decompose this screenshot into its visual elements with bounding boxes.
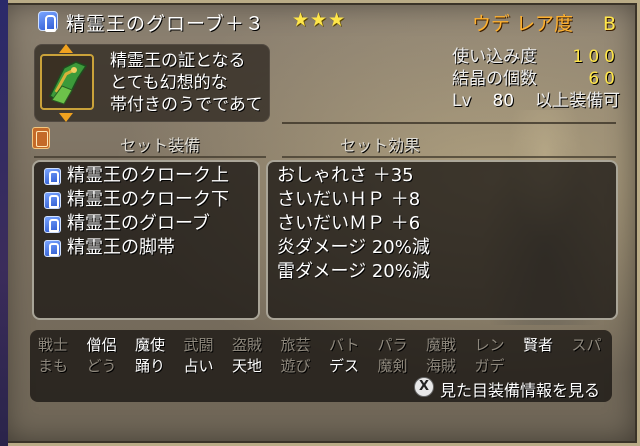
crystal-label: 結晶の個数 (452, 69, 537, 89)
durability-row: 使い込み度 100 (452, 46, 620, 68)
item-name: 精霊王のグローブ＋３ (66, 13, 265, 35)
crystal-value: 60 (588, 69, 620, 89)
glove-icon (44, 215, 61, 233)
level-value: 80 (492, 91, 515, 111)
set-item-label: 精霊王のグローブ (67, 213, 210, 234)
list-item: 精霊王のクローク下 (44, 188, 229, 212)
job-label: 踊り (135, 357, 166, 375)
job-label: レン (474, 336, 505, 354)
effect-item: 炎ダメージ 20%減 (277, 237, 430, 258)
equippable-jobs-grid: 戦士 僧侶 魔使 武闘 盗賊 旅芸 バト パラ 魔戦 レン 賢者 スパまも どう 踊り 占い 天地 遊び デス 魔剣… (38, 334, 620, 376)
item-image (40, 54, 94, 110)
set-item-label: 精霊王の脚帯 (67, 237, 175, 258)
job-label: 旅芸 (280, 336, 311, 354)
job-label: 遊び (280, 357, 311, 375)
job-label: 戦士 (38, 336, 69, 354)
rarity-stars: ★★★ (292, 9, 347, 31)
level-prefix: Lv (452, 91, 472, 111)
armor-top-icon (44, 167, 61, 185)
set-item-label: 精霊王のクローク上 (67, 165, 229, 186)
list-item: 精霊王のグローブ (44, 212, 229, 236)
item-stats: 使い込み度 100 結晶の個数 60 Lv 80 以上装備可 (452, 46, 620, 112)
rarity-info: ウデ レア度 B (472, 9, 616, 36)
durability-label: 使い込み度 (452, 47, 537, 67)
job-label: 占い (183, 357, 214, 375)
view-appearance-hint[interactable]: 見た目装備情報を見る (440, 377, 600, 401)
arrow-up-icon[interactable] (59, 44, 73, 53)
glove-icon (38, 11, 58, 32)
set-equipment-heading: セット装備 (120, 136, 201, 155)
set-effects-list: おしゃれさ ＋35 さいだいＨＰ ＋8 さいだいＭＰ ＋6 炎ダメージ 20%減… (277, 164, 430, 284)
job-label: バト (329, 336, 360, 354)
arrow-down-icon[interactable] (59, 113, 73, 122)
description-line: 精霊王の証となる (110, 51, 246, 71)
job-label: 海賊 (426, 357, 457, 375)
crystal-row: 結晶の個数 60 (452, 68, 620, 90)
job-label: 賢者 (523, 336, 554, 354)
effect-item: さいだいＭＰ ＋6 (277, 213, 421, 234)
job-label: デス (329, 357, 360, 375)
boots-icon (44, 239, 61, 257)
job-label: 盗賊 (232, 336, 263, 354)
rarity-grade: B (603, 13, 617, 35)
glove-illustration-icon (49, 61, 88, 105)
set-effects-heading: セット効果 (340, 136, 421, 155)
job-label: まも (38, 357, 69, 375)
job-label: どう (86, 357, 117, 375)
effect-item: 雷ダメージ 20%減 (277, 261, 430, 282)
rarity-label: ウデ レア度 (472, 13, 574, 35)
job-label: パラ (377, 336, 408, 354)
set-item-label: 精霊王のクローク下 (67, 189, 229, 210)
job-label: 魔使 (135, 336, 166, 354)
book-icon (32, 127, 50, 149)
x-button-icon[interactable]: X (414, 377, 434, 397)
job-label: ガデ (474, 357, 505, 375)
armor-bottom-icon (44, 191, 61, 209)
item-description: 精霊王の証となる とても幻想的な 帯付きのうでであて (110, 50, 263, 116)
job-label: 僧侶 (86, 336, 117, 354)
left-edge-strip (0, 0, 8, 446)
job-label: 魔戦 (426, 336, 457, 354)
list-item: 精霊王のクローク上 (44, 164, 229, 188)
divider (282, 156, 616, 158)
job-label: スパ (571, 336, 602, 354)
durability-value: 100 (572, 47, 620, 67)
effect-item: おしゃれさ ＋35 (277, 165, 414, 186)
description-line: とても幻想的な (110, 73, 228, 93)
description-line: 帯付きのうでであて (110, 95, 263, 115)
set-equipment-list: 精霊王のクローク上 精霊王のクローク下 精霊王のグローブ 精霊王の脚帯 (44, 164, 229, 260)
level-suffix: 以上装備可 (535, 91, 620, 111)
divider (282, 122, 616, 124)
list-item: 精霊王の脚帯 (44, 236, 229, 260)
divider (34, 156, 266, 158)
effect-item: さいだいＨＰ ＋8 (277, 189, 421, 210)
job-label: 武闘 (183, 336, 214, 354)
job-label: 魔剣 (377, 357, 408, 375)
job-label: 天地 (232, 357, 263, 375)
level-row: Lv 80 以上装備可 (452, 90, 620, 112)
